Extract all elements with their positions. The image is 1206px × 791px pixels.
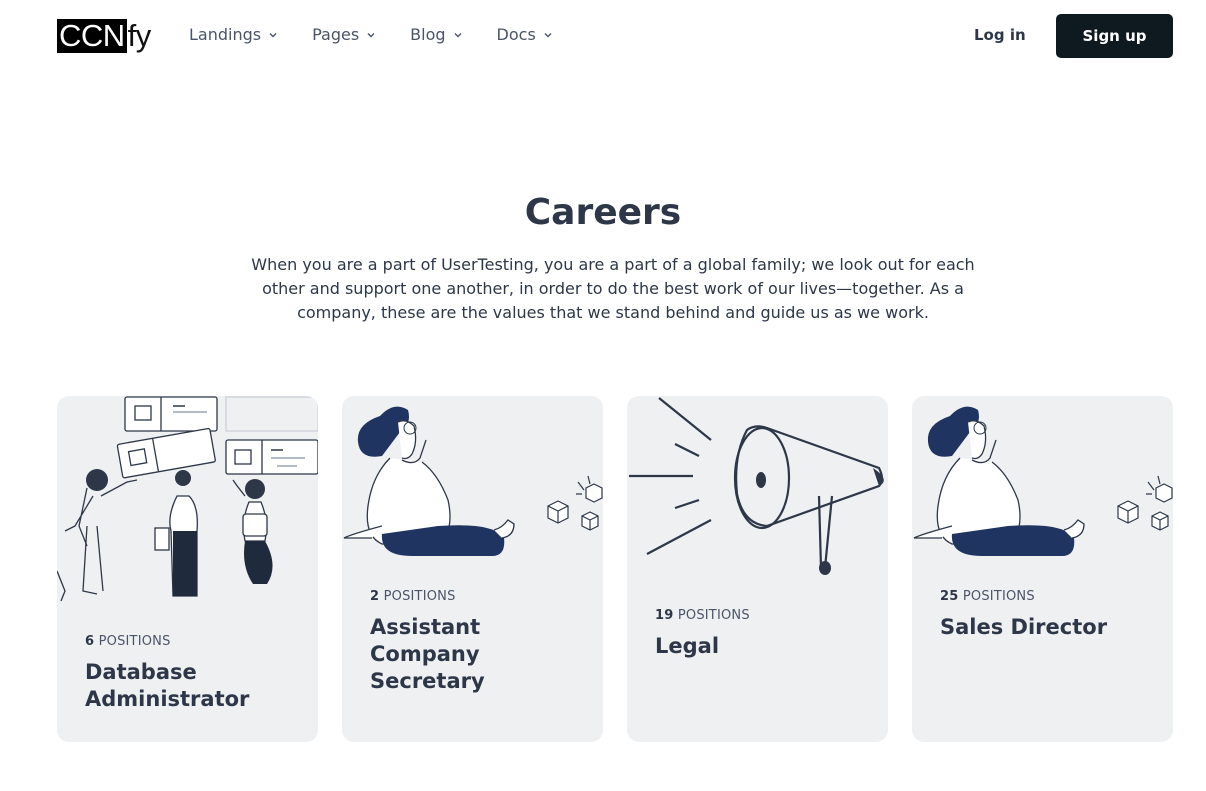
chevron-down-icon [544,32,552,37]
positions-label: POSITIONS [383,589,456,604]
thinking-person-illustration [343,406,603,556]
positions-count: 25 POSITIONS [940,589,1035,604]
logo[interactable]: CCN fy [57,19,151,53]
role-title: Legal [655,634,720,658]
page-title: Careers [524,192,682,233]
login-link[interactable]: Log in [974,26,1026,44]
nav-item-pages[interactable]: Pages [312,25,376,44]
positions-label: POSITIONS [98,634,171,649]
positions-number: 19 [655,608,674,623]
positions-count: 19 POSITIONS [655,608,750,623]
positions-label: POSITIONS [677,608,750,623]
positions-number: 2 [370,589,380,604]
positions-number: 25 [940,589,959,604]
page-description: When you are a part of UserTesting, you … [251,255,975,322]
signup-button[interactable]: Sign up [1056,14,1173,58]
positions-count: 6 POSITIONS [85,634,171,649]
career-card-sales-director[interactable]: 25 POSITIONS Sales Director [912,396,1173,742]
positions-count: 2 POSITIONS [370,589,456,604]
nav-label: Landings [189,25,262,44]
nav-item-blog[interactable]: Blog [410,25,462,44]
chevron-down-icon [454,32,462,37]
nav-label: Blog [410,25,446,44]
career-card-assistant-company-secretary[interactable]: 2 POSITIONS Assistant Company Secretary [342,396,603,742]
nav-item-landings[interactable]: Landings [189,25,278,44]
role-title: Assistant Company Secretary [370,615,485,693]
role-title: Database Administrator [85,660,250,711]
thinking-person-illustration [913,406,1173,556]
nav-label: Docs [496,25,536,44]
main-nav: Landings Pages Blog Docs [189,25,587,44]
nav-label: Pages [312,25,360,44]
positions-number: 6 [85,634,95,649]
career-card-database-administrator[interactable]: 6 POSITIONS Database Administrator [57,396,318,742]
site-header: CCN fy Landings Pages Blog Docs Log in Si… [0,0,1206,72]
positions-label: POSITIONS [962,589,1035,604]
megaphone-illustration [629,397,884,575]
chevron-down-icon [269,32,277,37]
career-card-legal[interactable]: 19 POSITIONS Legal [627,396,888,742]
logo-highlight: CCN [57,18,127,53]
nav-item-docs[interactable]: Docs [497,25,553,44]
team-collaboration-illustration [57,396,318,602]
logo-text: fy [127,18,152,53]
chevron-down-icon [367,32,375,37]
role-title: Sales Director [940,615,1108,639]
